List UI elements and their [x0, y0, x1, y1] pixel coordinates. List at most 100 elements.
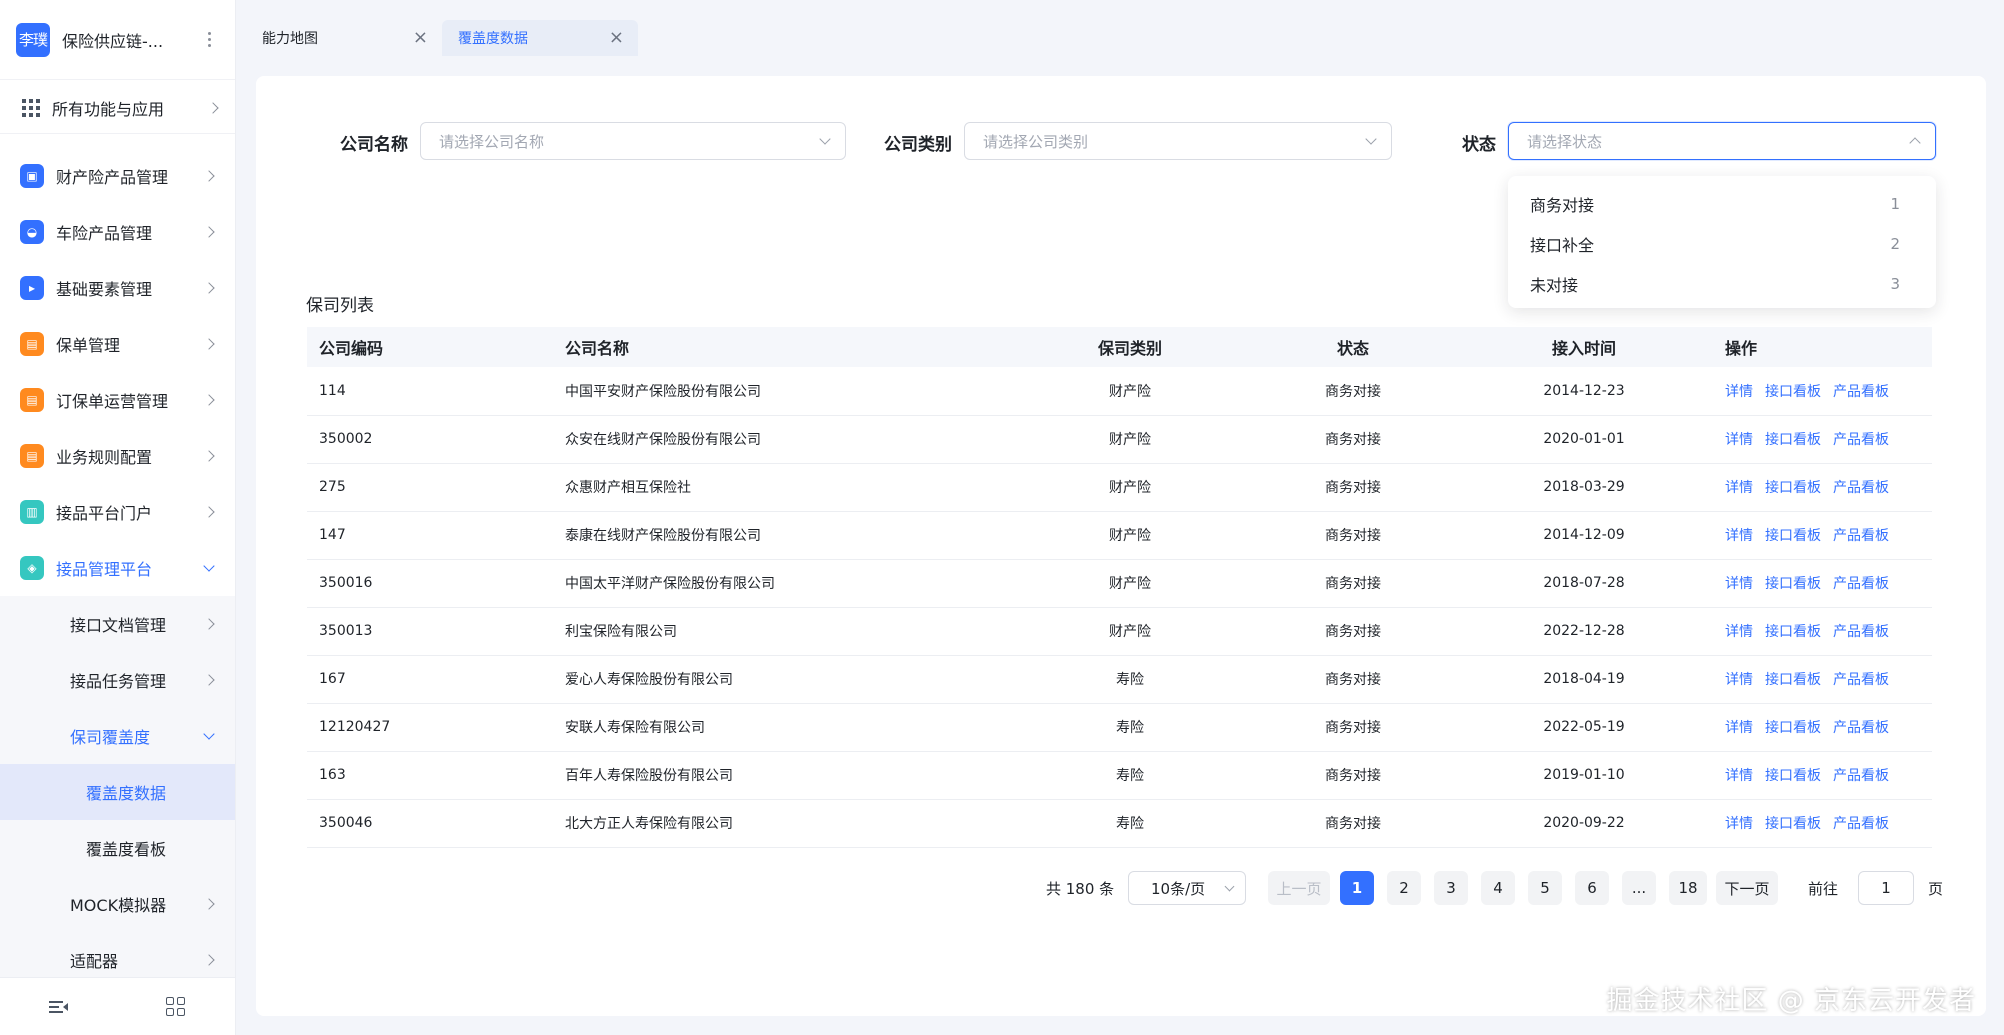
detail-link[interactable]: 详情 — [1725, 576, 1753, 592]
cell-actions: 详情 接口看板 产品看板 — [1699, 415, 1932, 464]
sidebar-item-coverage[interactable]: 保司覆盖度 — [0, 708, 235, 764]
goto-page-input[interactable]: 1 — [1858, 871, 1914, 905]
close-icon[interactable]: × — [609, 29, 624, 47]
status-option[interactable]: 商务对接 1 — [1508, 184, 1936, 224]
cell-code: 147 — [307, 511, 553, 560]
cell-code: 350016 — [307, 559, 553, 608]
sidebar-item-mock[interactable]: MOCK模拟器 — [0, 876, 235, 932]
interface-board-link[interactable]: 接口看板 — [1765, 432, 1821, 448]
interface-board-link[interactable]: 接口看板 — [1765, 528, 1821, 544]
cell-actions: 详情 接口看板 产品看板 — [1699, 751, 1932, 800]
status-select[interactable]: 请选择状态 — [1508, 122, 1936, 160]
product-board-link[interactable]: 产品看板 — [1833, 384, 1889, 400]
apps-icon[interactable] — [166, 996, 186, 1017]
detail-link[interactable]: 详情 — [1725, 624, 1753, 640]
product-board-link[interactable]: 产品看板 — [1833, 816, 1889, 832]
sidebar-item[interactable]: ▤ 业务规则配置 — [0, 428, 235, 484]
page-button[interactable]: 5 — [1528, 871, 1562, 905]
chevron-right-icon — [207, 101, 219, 114]
sidebar-item-task-management[interactable]: 接品任务管理 — [0, 652, 235, 708]
detail-link[interactable]: 详情 — [1725, 432, 1753, 448]
collapse-menu-icon[interactable] — [48, 997, 69, 1017]
sidebar-item[interactable]: ▤ 订保单运营管理 — [0, 372, 235, 428]
interface-board-link[interactable]: 接口看板 — [1765, 624, 1821, 640]
sidebar-item-label: 适配器 — [70, 952, 119, 971]
total-count: 共 180 条 — [1046, 880, 1115, 898]
interface-board-link[interactable]: 接口看板 — [1765, 480, 1821, 496]
option-value: 1 — [1890, 195, 1900, 213]
product-board-link[interactable]: 产品看板 — [1833, 480, 1889, 496]
page-button[interactable]: 2 — [1387, 871, 1421, 905]
more-icon[interactable] — [201, 32, 217, 47]
status-option[interactable]: 接口补全 2 — [1508, 224, 1936, 264]
interface-board-link[interactable]: 接口看板 — [1765, 816, 1821, 832]
avatar[interactable]: 李璞 — [16, 22, 50, 57]
detail-link[interactable]: 详情 — [1725, 672, 1753, 688]
cell-date: 2018-07-28 — [1469, 559, 1699, 608]
company-name-select[interactable]: 请选择公司名称 — [420, 122, 846, 160]
table-row: 12120427 安联人寿保险有限公司 寿险 商务对接 2022-05-19 详情 接口看板… — [307, 703, 1932, 752]
option-value: 2 — [1890, 235, 1900, 253]
sidebar-item-interface-docs[interactable]: 接口文档管理 — [0, 596, 235, 652]
app-title[interactable]: 保险供应链-... — [62, 28, 201, 52]
product-board-link[interactable]: 产品看板 — [1833, 432, 1889, 448]
next-page-button[interactable]: 下一页 — [1716, 871, 1778, 905]
company-type-select[interactable]: 请选择公司类别 — [964, 122, 1392, 160]
sidebar-item[interactable]: ▣ 财产险产品管理 — [0, 148, 235, 204]
list-title: 保司列表 — [306, 296, 374, 316]
tab-coverage-data[interactable]: 覆盖度数据 × — [442, 20, 638, 56]
sidebar-item[interactable]: ▸ 基础要素管理 — [0, 260, 235, 316]
page-button[interactable]: 4 — [1481, 871, 1515, 905]
sidebar: 李璞 保险供应链-... 所有功能与应用 ▣ 财产险产品管理 ◒ 车险产品管理 ▸ 基础要… — [0, 0, 236, 1035]
page-button[interactable]: 3 — [1434, 871, 1468, 905]
sidebar-item[interactable]: ▥ 接品平台门户 — [0, 484, 235, 540]
chevron-right-icon — [203, 170, 215, 182]
cube-icon: ◈ — [20, 556, 44, 580]
chevron-up-icon — [1909, 137, 1921, 149]
interface-board-link[interactable]: 接口看板 — [1765, 576, 1821, 592]
detail-link[interactable]: 详情 — [1725, 480, 1753, 496]
cell-type: 寿险 — [1023, 751, 1237, 800]
sidebar-item[interactable]: ◈ 接品管理平台 — [0, 540, 235, 596]
column-header-code: 公司编码 — [307, 327, 553, 367]
sidebar-header: 李璞 保险供应链-... — [0, 0, 235, 80]
sidebar-item-label: 保单管理 — [56, 336, 121, 355]
sidebar-item[interactable]: ◒ 车险产品管理 — [0, 204, 235, 260]
page-button[interactable]: 18 — [1669, 871, 1707, 905]
product-board-link[interactable]: 产品看板 — [1833, 672, 1889, 688]
product-board-link[interactable]: 产品看板 — [1833, 720, 1889, 736]
product-board-link[interactable]: 产品看板 — [1833, 624, 1889, 640]
sidebar-item-label: 覆盖度看板 — [86, 840, 167, 859]
detail-link[interactable]: 详情 — [1725, 528, 1753, 544]
detail-link[interactable]: 详情 — [1725, 816, 1753, 832]
tab-capability-map[interactable]: 能力地图 × — [246, 20, 442, 56]
detail-link[interactable]: 详情 — [1725, 720, 1753, 736]
main-panel: 公司名称 请选择公司名称 公司类别 请选择公司类别 状态 请选择状态 商务对接 … — [256, 76, 1986, 1016]
sidebar-item-coverage-data[interactable]: 覆盖度数据 — [0, 764, 235, 820]
interface-board-link[interactable]: 接口看板 — [1765, 672, 1821, 688]
product-board-link[interactable]: 产品看板 — [1833, 528, 1889, 544]
product-board-link[interactable]: 产品看板 — [1833, 768, 1889, 784]
product-board-link[interactable]: 产品看板 — [1833, 576, 1889, 592]
status-option[interactable]: 未对接 3 — [1508, 264, 1936, 304]
cell-actions: 详情 接口看板 产品看板 — [1699, 367, 1932, 416]
more-pages-button[interactable]: ... — [1622, 871, 1656, 905]
page-size-select[interactable]: 10条/页 — [1128, 871, 1246, 905]
close-icon[interactable]: × — [413, 29, 428, 47]
detail-link[interactable]: 详情 — [1725, 384, 1753, 400]
interface-board-link[interactable]: 接口看板 — [1765, 720, 1821, 736]
interface-board-link[interactable]: 接口看板 — [1765, 768, 1821, 784]
prev-page-button[interactable]: 上一页 — [1268, 871, 1330, 905]
interface-board-link[interactable]: 接口看板 — [1765, 384, 1821, 400]
document-icon: ▤ — [20, 332, 44, 356]
company-table: 公司编码 公司名称 保司类别 状态 接入时间 操作 114 中国平安财产保险股份有… — [307, 327, 1932, 848]
cell-date: 2022-05-19 — [1469, 703, 1699, 752]
page-button[interactable]: 1 — [1340, 871, 1374, 905]
cell-code: 114 — [307, 367, 553, 416]
sidebar-item[interactable]: ▤ 保单管理 — [0, 316, 235, 372]
detail-link[interactable]: 详情 — [1725, 768, 1753, 784]
sidebar-item-coverage-board[interactable]: 覆盖度看板 — [0, 820, 235, 876]
table-row: 147 泰康在线财产保险股份有限公司 财产险 商务对接 2014-12-09 详情 接口看板… — [307, 511, 1932, 560]
page-button[interactable]: 6 — [1575, 871, 1609, 905]
all-apps-entry[interactable]: 所有功能与应用 — [0, 82, 235, 134]
